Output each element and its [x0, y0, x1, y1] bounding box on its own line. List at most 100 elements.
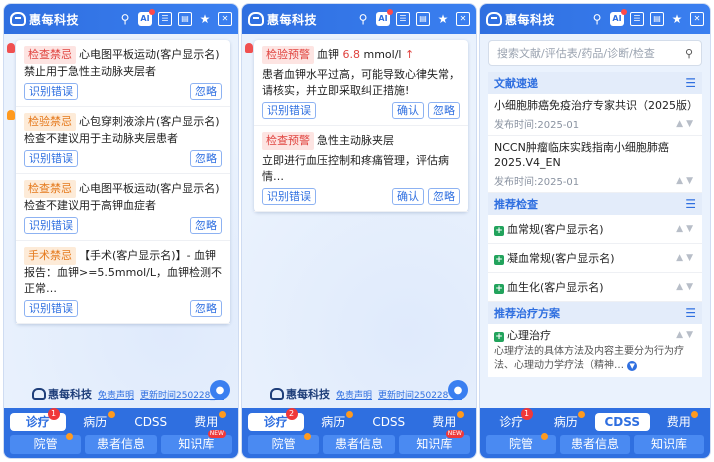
brand-name: 惠每科技: [29, 12, 80, 27]
star-icon[interactable]: ★: [436, 12, 450, 26]
publish-label: 发布时间:: [494, 177, 538, 188]
patient-info-button[interactable]: 患者信息: [323, 435, 395, 454]
plus-icon[interactable]: +: [494, 226, 504, 236]
search-input[interactable]: 搜索文献/评估表/药品/诊断/检查 ⚲: [488, 40, 702, 66]
section-header-exams: 推荐检查 ☰: [488, 193, 702, 215]
search-icon[interactable]: ⚲: [590, 12, 604, 26]
exam-item[interactable]: + 凝血常规(客户显示名) ▲▼: [488, 244, 702, 273]
close-icon[interactable]: ✕: [218, 12, 232, 26]
confirm-button[interactable]: 确认: [392, 188, 424, 205]
disclaimer-link[interactable]: 免责声明: [336, 388, 372, 401]
ignore-button[interactable]: 忽略: [190, 83, 222, 100]
tab-diagnosis[interactable]: 诊疗 1: [10, 407, 66, 431]
ai-assistant-icon[interactable]: AI: [610, 9, 627, 26]
lab-value: 6.8: [342, 48, 361, 61]
notification-dot: [691, 410, 698, 418]
brand-mark-icon: [10, 12, 26, 26]
report-error-button[interactable]: 识别错误: [262, 188, 316, 205]
hospital-mgmt-button[interactable]: 院管: [486, 433, 556, 454]
search-icon[interactable]: ⚲: [118, 12, 132, 26]
alert-text: 检验禁忌 心包穿刺液涂片(客户显示名)检查不建议用于主动脉夹层患者: [24, 113, 222, 147]
star-icon[interactable]: ★: [670, 12, 684, 26]
patient-info-button[interactable]: 患者信息: [85, 435, 157, 454]
chevron-down-icon[interactable]: ▼: [627, 361, 638, 371]
plus-icon[interactable]: +: [494, 284, 504, 294]
brand-mark-icon: [486, 12, 502, 26]
knowledge-base-button[interactable]: 知识库 NEW: [398, 430, 470, 454]
star-icon[interactable]: ★: [198, 12, 212, 26]
thumbs-icon[interactable]: ▲▼: [676, 176, 696, 186]
tab-records[interactable]: 病历: [306, 410, 362, 431]
search-icon[interactable]: ⚲: [356, 12, 370, 26]
confirm-button[interactable]: 确认: [392, 102, 424, 119]
treatment-item[interactable]: + 心理治疗 ▲▼ 心理疗法的具体方法及内容主要分为行为疗法、心理动力学疗法（精神……: [488, 324, 702, 377]
exam-item[interactable]: + 血常规(客户显示名) ▲▼: [488, 215, 702, 244]
report-error-button[interactable]: 识别错误: [24, 150, 78, 167]
book-icon[interactable]: ▤: [178, 12, 192, 26]
book-icon[interactable]: ▤: [650, 12, 664, 26]
notification-dot: [66, 433, 74, 440]
close-icon[interactable]: ✕: [456, 12, 470, 26]
thumbs-icon[interactable]: ▲▼: [676, 224, 696, 234]
knowledge-sections: 文献速递 ☰ 小细胞肺癌免疫治疗专家共识（2025版） 发布时间:2025-01 ▲…: [488, 72, 702, 377]
exam-item[interactable]: + 血生化(客户显示名) ▲▼: [488, 273, 702, 302]
ignore-button[interactable]: 忽略: [428, 102, 460, 119]
tab-cost[interactable]: 费用: [179, 410, 235, 431]
plus-icon[interactable]: +: [494, 255, 504, 265]
hospital-mgmt-button[interactable]: 院管: [248, 433, 320, 454]
header-icons: ⚲ AI ☰ ▤ ★ ✕: [356, 9, 470, 26]
tab-cdss[interactable]: CDSS: [595, 412, 650, 431]
list-icon[interactable]: ☰: [685, 197, 696, 211]
alert-tag: 手术禁忌: [24, 247, 76, 265]
report-error-button[interactable]: 识别错误: [24, 300, 78, 317]
tab-cdss[interactable]: CDSS: [361, 413, 417, 431]
book-icon[interactable]: ▤: [416, 12, 430, 26]
list-icon[interactable]: ☰: [685, 76, 696, 90]
tab-records[interactable]: 病历: [68, 410, 124, 431]
paper-card[interactable]: 小细胞肺癌免疫治疗专家共识（2025版） 发布时间:2025-01 ▲▼: [488, 94, 702, 136]
disclaimer-link[interactable]: 免责声明: [98, 388, 134, 401]
tab-diagnosis[interactable]: 诊疗 1: [484, 407, 539, 431]
ignore-button[interactable]: 忽略: [190, 300, 222, 317]
tab-cost[interactable]: 费用: [652, 410, 707, 431]
paper-card[interactable]: NCCN肿瘤临床实践指南小细胞肺癌2025.V4_EN 发布时间:2025-01…: [488, 136, 702, 193]
document-icon[interactable]: ☰: [630, 12, 644, 26]
knowledge-base-button[interactable]: 知识库: [634, 435, 704, 454]
ignore-button[interactable]: 忽略: [190, 150, 222, 167]
list-icon[interactable]: ☰: [685, 306, 696, 320]
paper-title[interactable]: NCCN肿瘤临床实践指南小细胞肺癌2025.V4_EN: [494, 140, 696, 170]
patient-info-button[interactable]: 患者信息: [560, 435, 630, 454]
thumbs-icon[interactable]: ▲▼: [676, 328, 696, 343]
ai-assistant-icon[interactable]: AI: [138, 9, 155, 26]
plus-icon[interactable]: +: [494, 332, 504, 342]
ignore-button[interactable]: 忽略: [428, 188, 460, 205]
notification-dot: [346, 410, 353, 418]
close-icon[interactable]: ✕: [690, 12, 704, 26]
tab-cost[interactable]: 费用: [417, 410, 473, 431]
report-error-button[interactable]: 识别错误: [262, 102, 316, 119]
document-icon[interactable]: ☰: [158, 12, 172, 26]
assistant-avatar-icon[interactable]: ●: [210, 380, 230, 400]
search-icon[interactable]: ⚲: [685, 47, 693, 60]
paper-title[interactable]: 小细胞肺癌免疫治疗专家共识（2025版）: [494, 98, 698, 113]
assistant-avatar-icon[interactable]: ●: [448, 380, 468, 400]
tab-records[interactable]: 病历: [539, 410, 594, 431]
notification-dot: [578, 410, 585, 418]
hospital-mgmt-button[interactable]: 院管: [10, 433, 82, 454]
thumbs-icon[interactable]: ▲▼: [676, 119, 696, 129]
treatment-desc: 心理疗法的具体方法及内容主要分为行为疗法、心理动力学疗法（精神… ▼: [494, 346, 684, 371]
report-error-button[interactable]: 识别错误: [24, 217, 78, 234]
tab-cdss[interactable]: CDSS: [123, 413, 179, 431]
knowledge-base-button[interactable]: 知识库 NEW: [160, 430, 232, 454]
thumbs-icon[interactable]: ▲▼: [676, 253, 696, 263]
alert-list: 检查禁忌 心电图平板运动(客户显示名)禁止用于急性主动脉夹层者 识别错误 忽略 检验…: [7, 40, 230, 324]
ignore-button[interactable]: 忽略: [190, 217, 222, 234]
document-icon[interactable]: ☰: [396, 12, 410, 26]
publish-date: 2025-01: [537, 120, 580, 131]
notification-dot: [457, 410, 464, 418]
thumbs-icon[interactable]: ▲▼: [676, 282, 696, 292]
ai-assistant-icon[interactable]: AI: [376, 9, 393, 26]
tab-diagnosis[interactable]: 诊疗 2: [248, 407, 304, 431]
report-error-button[interactable]: 识别错误: [24, 83, 78, 100]
warning-tag: 检查预警: [262, 132, 314, 150]
